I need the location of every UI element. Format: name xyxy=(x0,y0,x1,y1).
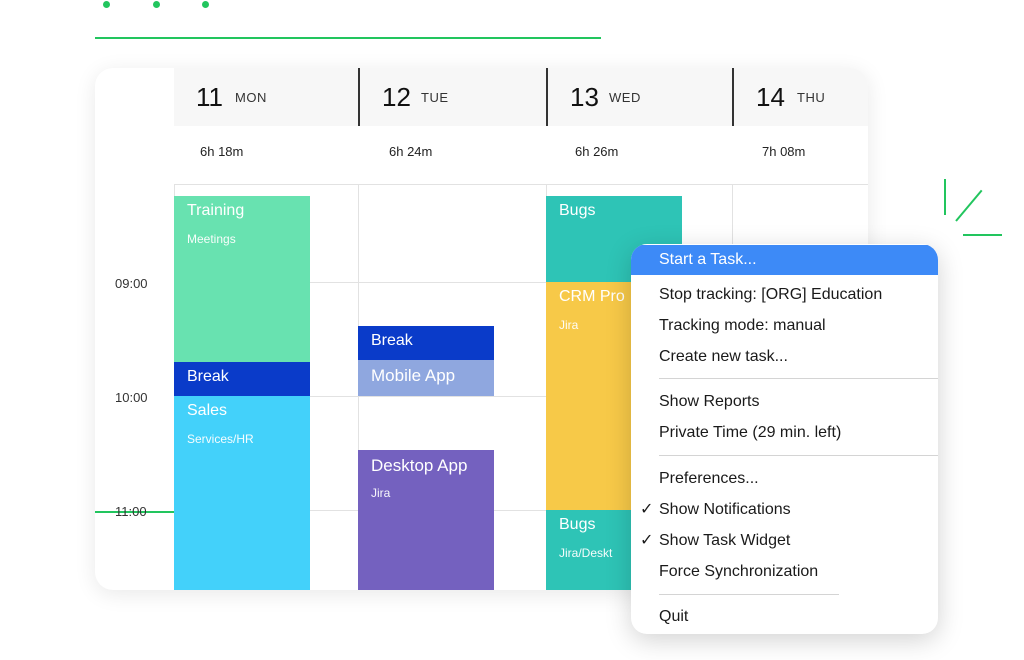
event-title: Break xyxy=(371,332,413,349)
menu-item-force-sync[interactable]: Force Synchronization xyxy=(631,557,938,587)
tray-context-menu: Start a Task... Stop tracking: [ORG] Edu… xyxy=(631,244,938,634)
day-header-thu[interactable]: 14 THU xyxy=(734,68,868,126)
day-number: 14 xyxy=(756,82,785,112)
event-title: Bugs xyxy=(559,202,596,219)
event-subtitle: Jira/Deskt xyxy=(559,546,613,560)
decor-dot xyxy=(202,1,209,8)
menu-item-label: Force Synchronization xyxy=(659,563,819,580)
day-total-mon: 6h 18m xyxy=(200,144,244,159)
event-title: Break xyxy=(187,368,229,385)
menu-separator xyxy=(659,594,839,595)
time-label: 09:00 xyxy=(115,276,148,291)
decor-dot xyxy=(153,1,160,8)
menu-item-label: Stop tracking: [ORG] Education xyxy=(659,286,883,303)
event-title: Bugs xyxy=(559,516,596,533)
decor-dot xyxy=(103,1,110,8)
menu-item-preferences[interactable]: Preferences... xyxy=(631,464,938,494)
event-desktop-app[interactable]: Desktop App Jira xyxy=(358,450,494,590)
menu-item-quit[interactable]: Quit xyxy=(631,602,938,632)
event-subtitle: Jira xyxy=(559,318,579,332)
menu-item-label: Show Reports xyxy=(659,393,760,410)
day-of-week: THU xyxy=(797,90,826,105)
event-title: CRM Pro xyxy=(559,288,625,305)
day-of-week: MON xyxy=(235,90,267,105)
menu-item-show-task-widget[interactable]: ✓ Show Task Widget xyxy=(631,526,938,556)
event-subtitle: Services/HR xyxy=(187,432,254,446)
menu-item-create-task[interactable]: Create new task... xyxy=(631,342,938,372)
event-title: Mobile App xyxy=(371,366,456,385)
menu-separator xyxy=(659,455,938,456)
checkmark-icon: ✓ xyxy=(640,532,654,549)
menu-separator xyxy=(659,378,938,379)
event-subtitle: Jira xyxy=(371,486,391,500)
day-number: 11 xyxy=(196,82,223,112)
day-of-week: TUE xyxy=(421,90,449,105)
day-number: 12 xyxy=(382,82,411,112)
menu-item-show-notifications[interactable]: ✓ Show Notifications xyxy=(631,495,938,525)
event-training[interactable]: Training Meetings xyxy=(174,196,310,362)
event-title: Sales xyxy=(187,402,228,419)
event-break[interactable]: Break xyxy=(358,326,494,360)
menu-item-label: Preferences... xyxy=(659,470,759,487)
menu-item-label: Show Notifications xyxy=(659,501,791,518)
day-header-mon[interactable]: 11 MON xyxy=(174,68,358,126)
event-title: Training xyxy=(187,202,245,219)
menu-item-label: Tracking mode: manual xyxy=(659,317,826,334)
grid-line xyxy=(174,184,868,185)
time-label: 10:00 xyxy=(115,390,148,405)
day-total-wed: 6h 26m xyxy=(575,144,619,159)
day-total-thu: 7h 08m xyxy=(762,144,806,159)
decor-line xyxy=(95,37,601,39)
menu-item-private-time[interactable]: Private Time (29 min. left) xyxy=(631,418,938,448)
menu-item-label: Quit xyxy=(659,608,689,625)
menu-item-label: Start a Task... xyxy=(659,251,757,268)
event-break[interactable]: Break xyxy=(174,362,310,396)
time-label: 11:00 xyxy=(115,504,147,519)
menu-item-label: Private Time (29 min. left) xyxy=(659,424,842,441)
menu-item-tracking-mode[interactable]: Tracking mode: manual xyxy=(631,311,938,341)
menu-item-start-task[interactable]: Start a Task... xyxy=(631,245,938,275)
menu-item-label: Create new task... xyxy=(659,348,788,365)
day-total-tue: 6h 24m xyxy=(389,144,433,159)
day-header-wed[interactable]: 13 WED xyxy=(548,68,732,126)
event-subtitle: Meetings xyxy=(187,232,236,246)
menu-item-stop-tracking[interactable]: Stop tracking: [ORG] Education xyxy=(631,280,938,310)
menu-item-label: Show Task Widget xyxy=(659,532,791,549)
event-title: Desktop App xyxy=(371,456,468,475)
day-header-tue[interactable]: 12 TUE xyxy=(360,68,546,126)
menu-item-show-reports[interactable]: Show Reports xyxy=(631,387,938,417)
day-of-week: WED xyxy=(609,90,641,105)
event-sales[interactable]: Sales Services/HR xyxy=(174,396,310,590)
checkmark-icon: ✓ xyxy=(640,501,654,518)
day-number: 13 xyxy=(570,82,599,112)
event-mobile-app[interactable]: Mobile App xyxy=(358,360,494,396)
